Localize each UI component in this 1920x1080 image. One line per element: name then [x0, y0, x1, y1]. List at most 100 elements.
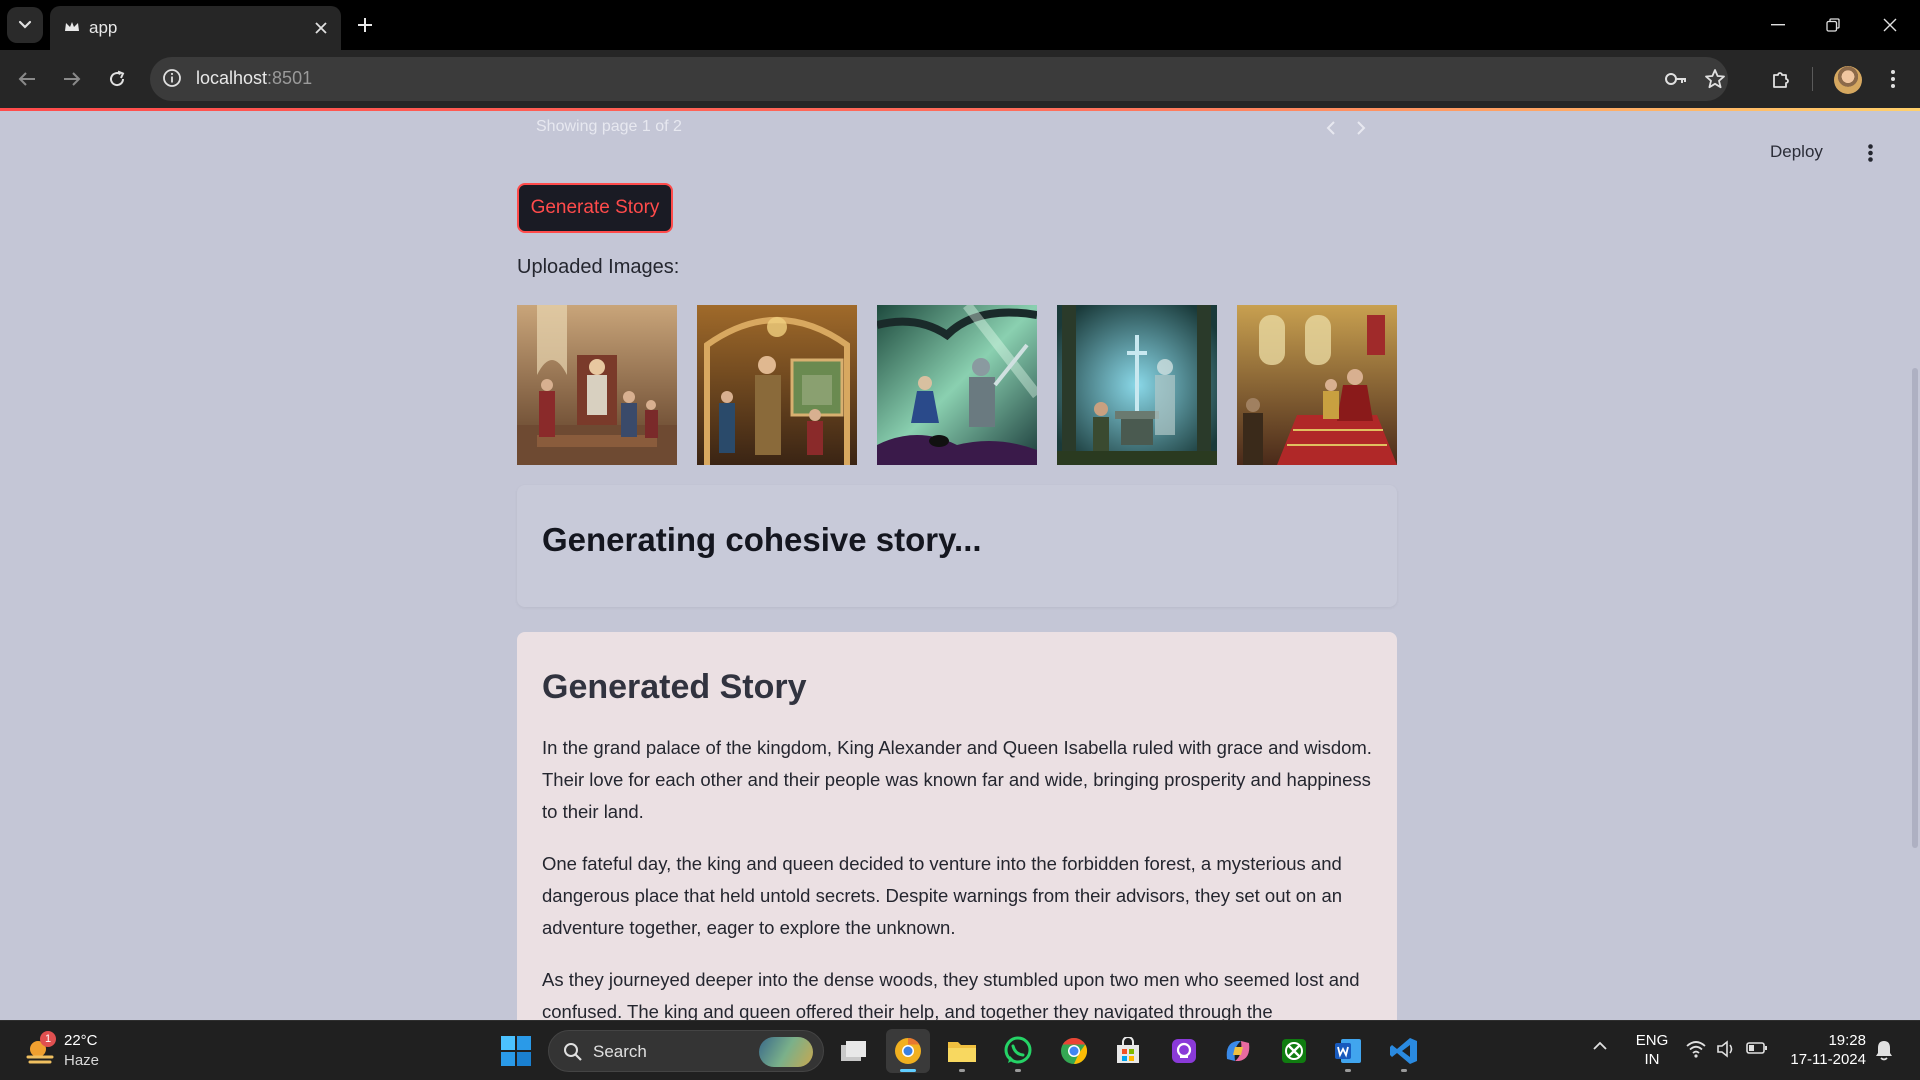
- uploaded-image-3[interactable]: [877, 305, 1037, 465]
- notification-bell-icon[interactable]: [1874, 1039, 1894, 1061]
- taskbar-vscode[interactable]: [1382, 1029, 1426, 1073]
- extensions-button[interactable]: [1764, 62, 1798, 96]
- running-app-indicator: [1401, 1069, 1407, 1072]
- generated-story-card: Generated Story In the grand palace of t…: [517, 632, 1397, 1020]
- password-key-icon[interactable]: [1664, 69, 1688, 89]
- xbox-icon: [1282, 1039, 1306, 1063]
- minimize-button[interactable]: [1762, 10, 1794, 40]
- browser-toolbar: localhost:8501: [0, 50, 1920, 108]
- running-app-indicator: [1345, 1069, 1351, 1072]
- copilot-icon: [1226, 1041, 1250, 1061]
- story-paragraph-3: As they journeyed deeper into the dense …: [542, 969, 1360, 1020]
- tab-search-button[interactable]: [7, 7, 43, 43]
- weather-widget[interactable]: 1 22°C Haze: [22, 1031, 142, 1073]
- clock-date: 17-11-2024: [1790, 1051, 1866, 1068]
- page-viewport: Showing page 1 of 2 Deploy Generate Stor…: [0, 108, 1920, 1020]
- chevron-left-icon: [1326, 121, 1335, 135]
- taskbar-search-label: Search: [593, 1042, 647, 1061]
- story-paragraph-1: In the grand palace of the kingdom, King…: [542, 737, 1372, 822]
- close-icon: [1883, 18, 1897, 32]
- kebab-menu-icon: [1867, 144, 1873, 162]
- taskbar-whatsapp[interactable]: [996, 1029, 1040, 1073]
- taskbar-task-view[interactable]: [832, 1029, 876, 1073]
- deploy-button[interactable]: Deploy: [1770, 142, 1823, 162]
- back-button[interactable]: [10, 62, 44, 96]
- chevron-down-icon: [18, 20, 32, 29]
- generate-story-button[interactable]: Generate Story: [517, 183, 673, 233]
- streamlit-crown-icon: [65, 22, 79, 31]
- status-container: Generating cohesive story...: [517, 485, 1397, 607]
- running-app-indicator: [1015, 1069, 1021, 1072]
- close-icon[interactable]: [311, 18, 331, 38]
- restore-button[interactable]: [1817, 10, 1849, 40]
- taskbar-file-explorer[interactable]: [940, 1029, 984, 1073]
- forward-arrow-icon: [64, 72, 81, 86]
- address-bar[interactable]: localhost:8501: [150, 57, 1728, 101]
- vscode-icon: [1390, 1038, 1417, 1064]
- taskbar-chrome-canary[interactable]: [886, 1029, 930, 1073]
- uploaded-image-4[interactable]: [1057, 305, 1217, 465]
- taskbar-chrome[interactable]: [1052, 1029, 1096, 1073]
- story-paragraph-2: One fateful day, the king and queen deci…: [542, 853, 1343, 938]
- profile-avatar[interactable]: [1834, 66, 1862, 94]
- browser-tab-active[interactable]: app: [50, 6, 341, 50]
- url-host: localhost: [196, 68, 268, 88]
- windows-taskbar: 1 22°C Haze Search ENG IN 19:28 17-11-20…: [0, 1020, 1920, 1080]
- sword-in-stone-image: [1057, 305, 1217, 465]
- previous-page-button[interactable]: [1321, 118, 1341, 138]
- taskbar-search-box[interactable]: Search: [548, 1030, 824, 1072]
- story-title: Generated Story: [542, 668, 807, 706]
- restore-icon: [1826, 18, 1840, 32]
- language-indicator[interactable]: ENG IN: [1632, 1031, 1672, 1069]
- active-app-indicator: [900, 1069, 916, 1072]
- windows-logo-icon: [501, 1036, 531, 1066]
- chevron-up-icon[interactable]: [1592, 1041, 1608, 1051]
- language-line-1: ENG: [1635, 1032, 1669, 1049]
- browser-tab-strip: app: [0, 0, 1920, 50]
- uploaded-image-1[interactable]: [517, 305, 677, 465]
- plus-icon: [358, 18, 372, 32]
- toolbar-divider: [1812, 67, 1813, 91]
- forward-button[interactable]: [55, 62, 89, 96]
- start-button[interactable]: [500, 1035, 532, 1067]
- url-text[interactable]: localhost:8501: [196, 68, 312, 89]
- minimize-icon: [1771, 24, 1785, 26]
- folder-icon: [948, 1042, 976, 1062]
- wifi-icon[interactable]: [1686, 1040, 1706, 1058]
- volume-icon[interactable]: [1716, 1040, 1736, 1058]
- app-menu-button[interactable]: [1860, 142, 1880, 164]
- task-view-icon: [841, 1041, 866, 1061]
- uploaded-image-5[interactable]: [1237, 305, 1397, 465]
- info-icon[interactable]: [162, 68, 182, 88]
- taskbar-microsoft-store[interactable]: [1106, 1029, 1150, 1073]
- coronation-image: [1237, 305, 1397, 465]
- chevron-right-icon: [1357, 121, 1366, 135]
- new-tab-button[interactable]: [352, 12, 378, 38]
- system-clock[interactable]: 19:28 17-11-2024: [1782, 1031, 1866, 1069]
- reload-button[interactable]: [100, 62, 134, 96]
- running-indicator-bar: [0, 108, 1920, 111]
- taskbar-media-app[interactable]: [1162, 1029, 1206, 1073]
- word-icon: [1335, 1039, 1361, 1063]
- chrome-canary-icon: [895, 1037, 921, 1064]
- close-window-button[interactable]: [1874, 10, 1906, 40]
- running-app-indicator: [959, 1069, 965, 1072]
- weather-description: Haze: [64, 1052, 100, 1069]
- bookmark-star-icon[interactable]: [1704, 68, 1726, 90]
- back-arrow-icon: [18, 72, 35, 86]
- battery-icon[interactable]: [1746, 1040, 1768, 1056]
- reload-icon: [110, 70, 125, 87]
- page-scrollbar[interactable]: [1912, 368, 1918, 848]
- store-icon: [1117, 1037, 1139, 1063]
- uploaded-image-2[interactable]: [697, 305, 857, 465]
- weather-badge: 1: [40, 1031, 56, 1047]
- taskbar-copilot[interactable]: [1216, 1029, 1260, 1073]
- castle-hall-image: [697, 305, 857, 465]
- tab-title: app: [89, 18, 118, 37]
- url-port: :8501: [267, 68, 313, 88]
- next-page-button[interactable]: [1351, 118, 1371, 138]
- chrome-menu-button[interactable]: [1876, 62, 1910, 96]
- taskbar-word[interactable]: [1326, 1029, 1370, 1073]
- forest-battle-image: [877, 305, 1037, 465]
- taskbar-xbox[interactable]: [1272, 1029, 1316, 1073]
